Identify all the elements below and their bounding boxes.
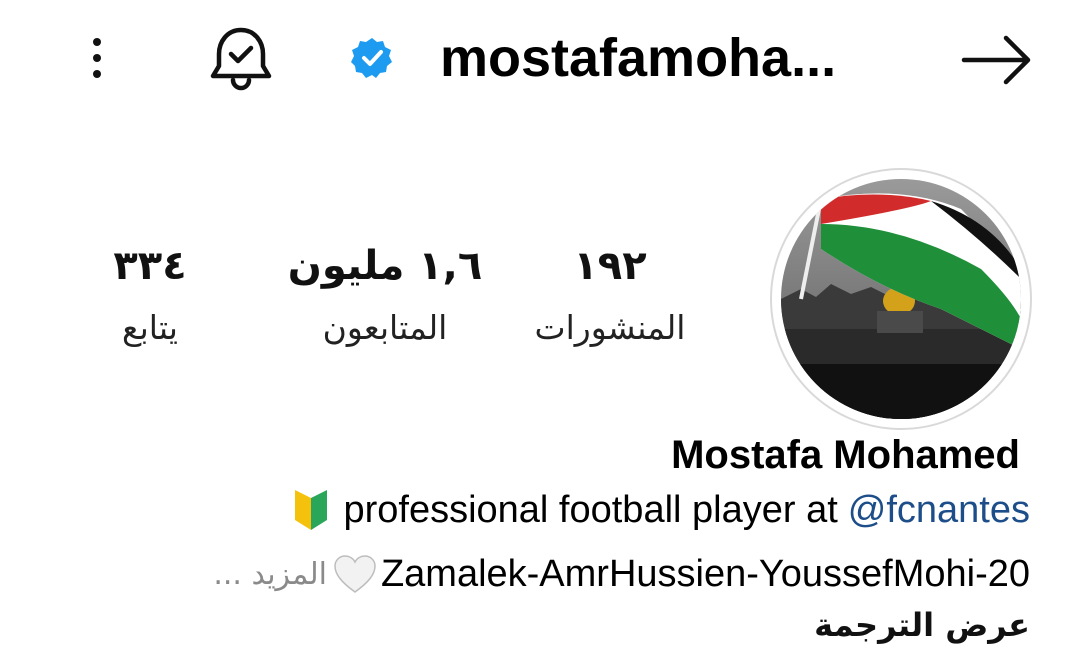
bio-text-2: Zamalek-AmrHussien-YoussefMohi-20 (380, 552, 1030, 595)
profile-avatar[interactable] (770, 168, 1032, 430)
more-options-button[interactable] (80, 30, 114, 86)
profile-username: mostafamoha... (440, 28, 837, 88)
followers-label: المتابعون (322, 308, 448, 347)
following-stat[interactable]: ٣٣٤ يتابع (80, 240, 220, 350)
followers-stat[interactable]: ١,٦ مليون المتابعون (285, 240, 485, 350)
following-label: يتابع (122, 308, 178, 347)
more-dot (93, 38, 101, 46)
profile-full-name: Mostafa Mohamed (671, 433, 1020, 477)
more-link[interactable]: المزيد ... (213, 557, 327, 592)
mention-link[interactable]: @fcnantes (848, 489, 1030, 532)
following-count: ٣٣٤ (113, 243, 187, 289)
posts-label: المنشورات (534, 308, 686, 347)
verified-badge-icon (351, 38, 392, 78)
bio-line-1: professional football player at @fcnante… (289, 483, 1030, 537)
bell-check-icon[interactable] (205, 22, 277, 94)
bio-text: professional football player at (343, 488, 838, 531)
more-dot (93, 70, 101, 78)
more-dot (93, 54, 101, 62)
beginner-symbol-icon (295, 490, 328, 530)
posts-count: ١٩٢ (573, 243, 647, 289)
white-heart-icon (334, 555, 376, 593)
bio-line-2: المزيد ... Zamalek-AmrHussien-YoussefMoh… (213, 548, 1030, 600)
arrow-right-icon[interactable] (958, 32, 1036, 88)
posts-stat[interactable]: ١٩٢ المنشورات (520, 240, 700, 350)
avatar-image (781, 179, 1021, 419)
see-translation-link[interactable]: عرض الترجمة (814, 600, 1030, 650)
followers-count: ١,٦ مليون (287, 243, 483, 289)
